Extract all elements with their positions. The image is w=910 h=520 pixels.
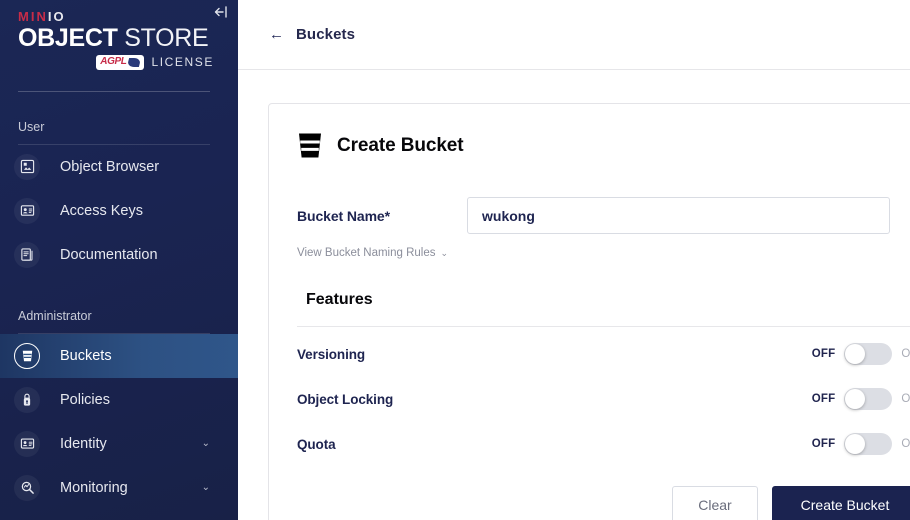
- object-browser-icon: [14, 153, 40, 180]
- sidebar-item-label: Object Browser: [60, 158, 160, 175]
- license-row: AGPL LICENSE: [18, 54, 220, 70]
- sidebar-item-policies[interactable]: Policies: [0, 378, 238, 422]
- toggle-off-label: OFF: [811, 438, 836, 450]
- feature-label: Versioning: [297, 346, 366, 362]
- toggle-knob: [845, 434, 866, 454]
- feature-row-versioning: Versioning OFF ON: [297, 336, 910, 372]
- agpl-label: AGPL: [100, 56, 127, 68]
- identity-icon: [14, 430, 40, 457]
- sidebar-item-monitoring[interactable]: Monitoring ⌄: [0, 466, 238, 510]
- toggle-on-label: ON: [901, 393, 910, 405]
- object-locking-toggle-group: OFF ON: [812, 388, 910, 410]
- quota-toggle[interactable]: [844, 433, 893, 455]
- minio-brand-prefix: MIN: [18, 9, 48, 24]
- features-divider: [297, 326, 910, 327]
- card-title: Create Bucket: [337, 134, 464, 156]
- chevron-down-icon: ⌄: [440, 247, 449, 258]
- license-label: LICENSE: [151, 55, 214, 70]
- toggle-knob: [845, 344, 866, 364]
- bucket-icon: [14, 342, 40, 369]
- sidebar-item-identity[interactable]: Identity ⌄: [0, 422, 238, 466]
- monitoring-icon: [14, 474, 40, 501]
- back-arrow-icon[interactable]: ←: [269, 27, 284, 42]
- sidebar-item-label: Buckets: [60, 347, 112, 364]
- toggle-off-label: OFF: [811, 393, 836, 405]
- product-name-light: STORE: [117, 24, 209, 53]
- versioning-toggle[interactable]: [844, 343, 893, 365]
- access-keys-icon: [14, 197, 40, 224]
- page-header: ← Buckets: [238, 0, 910, 70]
- page-title: Buckets: [296, 26, 356, 43]
- sidebar-item-label: Access Keys: [60, 202, 143, 219]
- agpl-swoosh-icon: [127, 57, 142, 67]
- sidebar-item-label: Identity: [60, 435, 107, 452]
- main-content: ← Buckets Create Bucket Bucket Name* wuk…: [238, 0, 910, 520]
- product-name: OBJECT STORE: [18, 25, 220, 51]
- chevron-down-icon[interactable]: ⌄: [202, 438, 210, 449]
- feature-label: Quota: [297, 436, 336, 452]
- minio-brand-suffix: IO: [47, 9, 66, 24]
- toggle-knob: [845, 389, 866, 409]
- sidebar-divider: [18, 90, 210, 92]
- naming-rules-label: View Bucket Naming Rules: [297, 247, 436, 259]
- toggle-off-label: OFF: [811, 348, 836, 360]
- card-actions: Clear Create Bucket: [297, 486, 910, 520]
- minio-wordmark: MINIO: [18, 9, 220, 24]
- sidebar-item-object-browser[interactable]: Object Browser: [0, 145, 238, 189]
- sidebar-section-user-label: User: [18, 119, 45, 134]
- sidebar-section-administrator-label: Administrator: [18, 308, 92, 323]
- view-bucket-naming-rules-link[interactable]: View Bucket Naming Rules ⌄: [297, 247, 448, 259]
- quota-toggle-group: OFF ON: [812, 433, 910, 455]
- object-locking-toggle[interactable]: [844, 388, 893, 410]
- documentation-icon: [14, 241, 40, 268]
- bucket-name-input[interactable]: [467, 197, 890, 234]
- collapse-sidebar-icon[interactable]: [212, 3, 230, 21]
- bucket-name-label: Bucket Name*: [297, 207, 390, 224]
- sidebar-item-label: Monitoring: [60, 479, 128, 496]
- versioning-toggle-group: OFF ON: [812, 343, 910, 365]
- sidebar-item-label: Documentation: [60, 246, 158, 263]
- feature-label: Object Locking: [297, 391, 394, 407]
- feature-row-quota: Quota OFF ON: [297, 426, 910, 462]
- chevron-down-icon[interactable]: ⌄: [202, 482, 210, 493]
- card-header: Create Bucket: [297, 132, 910, 159]
- clear-button[interactable]: Clear: [672, 486, 758, 520]
- toggle-on-label: ON: [901, 348, 910, 360]
- sidebar-logo: MINIO OBJECT STORE AGPL LICENSE: [0, 0, 238, 70]
- features-heading: Features: [306, 291, 373, 308]
- sidebar-item-documentation[interactable]: Documentation: [0, 233, 238, 277]
- agpl-badge: AGPL: [96, 54, 145, 70]
- product-name-bold: OBJECT: [18, 24, 118, 53]
- sidebar-item-label: Policies: [60, 391, 110, 408]
- sidebar: MINIO OBJECT STORE AGPL LICENSE User Obj…: [0, 0, 238, 520]
- feature-row-object-locking: Object Locking OFF ON: [297, 381, 910, 417]
- bucket-icon: [297, 132, 323, 159]
- sidebar-item-buckets[interactable]: Buckets: [0, 333, 238, 378]
- toggle-on-label: ON: [901, 438, 910, 450]
- create-bucket-button[interactable]: Create Bucket: [772, 486, 910, 520]
- policies-icon: [14, 386, 40, 413]
- app-root: MINIO OBJECT STORE AGPL LICENSE User Obj…: [0, 0, 910, 520]
- bucket-name-row: Bucket Name*: [297, 197, 910, 234]
- sidebar-item-access-keys[interactable]: Access Keys: [0, 189, 238, 233]
- create-bucket-card: Create Bucket Bucket Name* View Bucket N…: [268, 103, 910, 520]
